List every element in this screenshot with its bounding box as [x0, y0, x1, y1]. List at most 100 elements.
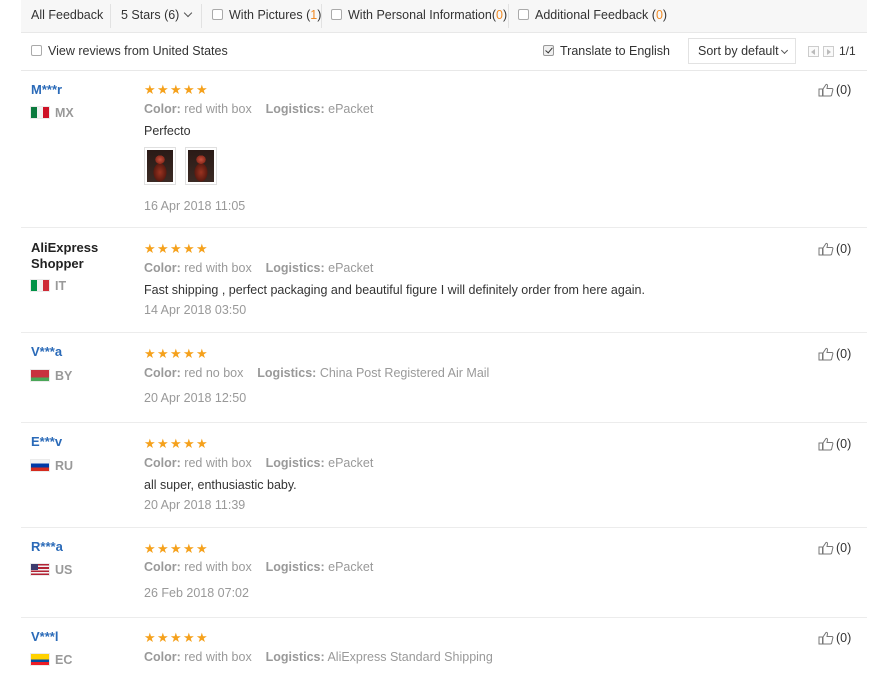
star-icon: ★: [144, 436, 156, 451]
color-value: red with box: [184, 456, 252, 470]
star-icon: ★: [144, 541, 156, 556]
reviewer-country: IT: [31, 279, 66, 293]
star-icon: ★: [196, 630, 208, 645]
sort-dropdown[interactable]: Sort by default: [688, 38, 796, 64]
flag-ec-icon: [31, 654, 49, 665]
star-icon: ★: [144, 82, 156, 97]
star-icon: ★: [183, 541, 195, 556]
with-personal-info-count: 0: [495, 8, 503, 22]
helpful-button[interactable]: (0): [818, 541, 851, 555]
star-icon: ★: [157, 436, 169, 451]
additional-feedback-count: 0: [655, 8, 663, 22]
color-value: red with box: [184, 102, 252, 116]
star-icon: ★: [183, 82, 195, 97]
review-date: 20 Apr 2018 11:39: [144, 498, 246, 512]
view-us-reviews-checkbox[interactable]: [31, 45, 42, 56]
review-attributes: Color: red no box Logistics: China Post …: [144, 366, 490, 380]
with-personal-info-label: With Personal Information: [348, 8, 492, 22]
review-item: M***r MX ★★★★★ Color: red with box Logis…: [21, 71, 867, 228]
review-attributes: Color: red with box Logistics: ePacket: [144, 560, 374, 574]
helpful-count: (0): [836, 347, 852, 361]
chevron-down-icon: [184, 8, 193, 18]
review-text: Fast shipping , perfect packaging and be…: [144, 283, 645, 297]
star-icon: ★: [157, 630, 169, 645]
helpful-button[interactable]: (0): [818, 347, 851, 361]
star-icon: ★: [196, 82, 208, 97]
reviewer-country: US: [31, 563, 72, 577]
star-icon: ★: [170, 541, 182, 556]
prev-page-button[interactable]: [808, 46, 819, 57]
star-icon: ★: [157, 541, 169, 556]
translate-checkbox[interactable]: [543, 45, 554, 56]
review-picture-thumbnail[interactable]: [185, 147, 217, 185]
star-icon: ★: [170, 241, 182, 256]
additional-feedback-checkbox[interactable]: [518, 9, 529, 20]
helpful-button[interactable]: (0): [818, 242, 851, 256]
reviewer-name[interactable]: V***l: [31, 629, 58, 644]
helpful-count: (0): [836, 242, 852, 256]
additional-feedback-filter[interactable]: Additional Feedback (0): [518, 8, 667, 22]
with-pictures-checkbox[interactable]: [212, 9, 223, 20]
view-us-reviews-label: View reviews from United States: [48, 44, 228, 58]
all-feedback-tab[interactable]: All Feedback: [31, 8, 103, 22]
review-date: 20 Apr 2018 12:50: [144, 391, 247, 405]
stars-filter-dropdown[interactable]: 5 Stars (6): [121, 8, 193, 22]
star-icon: ★: [144, 346, 156, 361]
translate-option[interactable]: Translate to English: [543, 44, 670, 58]
flag-it-icon: [31, 280, 49, 291]
page-indicator: 1/1: [839, 44, 856, 58]
star-rating: ★★★★★: [144, 631, 209, 644]
review-attributes: Color: red with box Logistics: ePacket: [144, 261, 374, 275]
star-icon: ★: [183, 346, 195, 361]
review-item: E***v RU ★★★★★ Color: red with box Logis…: [21, 423, 867, 528]
thumbs-up-icon: [818, 347, 834, 361]
star-icon: ★: [196, 436, 208, 451]
divider: [508, 4, 509, 28]
sort-label: Sort by default: [698, 44, 779, 58]
with-personal-info-checkbox[interactable]: [331, 9, 342, 20]
review-attributes: Color: red with box Logistics: ePacket: [144, 102, 374, 116]
star-rating: ★★★★★: [144, 542, 209, 555]
review-pictures: [144, 147, 226, 188]
helpful-count: (0): [836, 83, 852, 97]
product-photo: [147, 150, 173, 182]
reviewer-country: BY: [31, 369, 72, 383]
flag-by-icon: [31, 370, 49, 381]
review-attributes: Color: red with box Logistics: ePacket: [144, 456, 374, 470]
color-value: red with box: [184, 650, 252, 664]
additional-feedback-label: Additional Feedback: [535, 8, 649, 22]
star-icon: ★: [183, 436, 195, 451]
star-icon: ★: [183, 630, 195, 645]
flag-us-icon: [31, 564, 49, 575]
star-icon: ★: [170, 630, 182, 645]
with-personal-info-filter[interactable]: With Personal Information(0): [331, 8, 507, 22]
logistics-value: ePacket: [328, 456, 374, 470]
review-date: 16 Apr 2018 11:05: [144, 199, 246, 213]
next-page-button[interactable]: [823, 46, 834, 57]
star-icon: ★: [144, 630, 156, 645]
flag-ru-icon: [31, 460, 49, 471]
star-rating: ★★★★★: [144, 83, 209, 96]
reviewer-name[interactable]: M***r: [31, 82, 62, 97]
helpful-button[interactable]: (0): [818, 437, 851, 451]
thumbs-up-icon: [818, 631, 834, 645]
with-pictures-filter[interactable]: With Pictures (1): [212, 8, 321, 22]
reviewer-name[interactable]: R***a: [31, 539, 63, 554]
review-date: 14 Apr 2018 03:50: [144, 303, 247, 317]
star-icon: ★: [183, 241, 195, 256]
reviewer-name[interactable]: E***v: [31, 434, 62, 449]
helpful-button[interactable]: (0): [818, 631, 851, 645]
review-item: R***a US ★★★★★ Color: red with box Logis…: [21, 528, 867, 618]
helpful-button[interactable]: (0): [818, 83, 851, 97]
logistics-value: China Post Registered Air Mail: [319, 366, 490, 380]
reviewer-name[interactable]: V***a: [31, 344, 62, 359]
review-picture-thumbnail[interactable]: [144, 147, 176, 185]
reviewer-name[interactable]: AliExpress Shopper: [31, 240, 98, 272]
star-rating: ★★★★★: [144, 437, 209, 450]
review-text: Perfecto: [144, 124, 191, 138]
helpful-count: (0): [836, 631, 852, 645]
star-rating: ★★★★★: [144, 347, 209, 360]
star-icon: ★: [170, 436, 182, 451]
star-icon: ★: [144, 241, 156, 256]
view-us-reviews-option[interactable]: View reviews from United States: [31, 44, 228, 58]
